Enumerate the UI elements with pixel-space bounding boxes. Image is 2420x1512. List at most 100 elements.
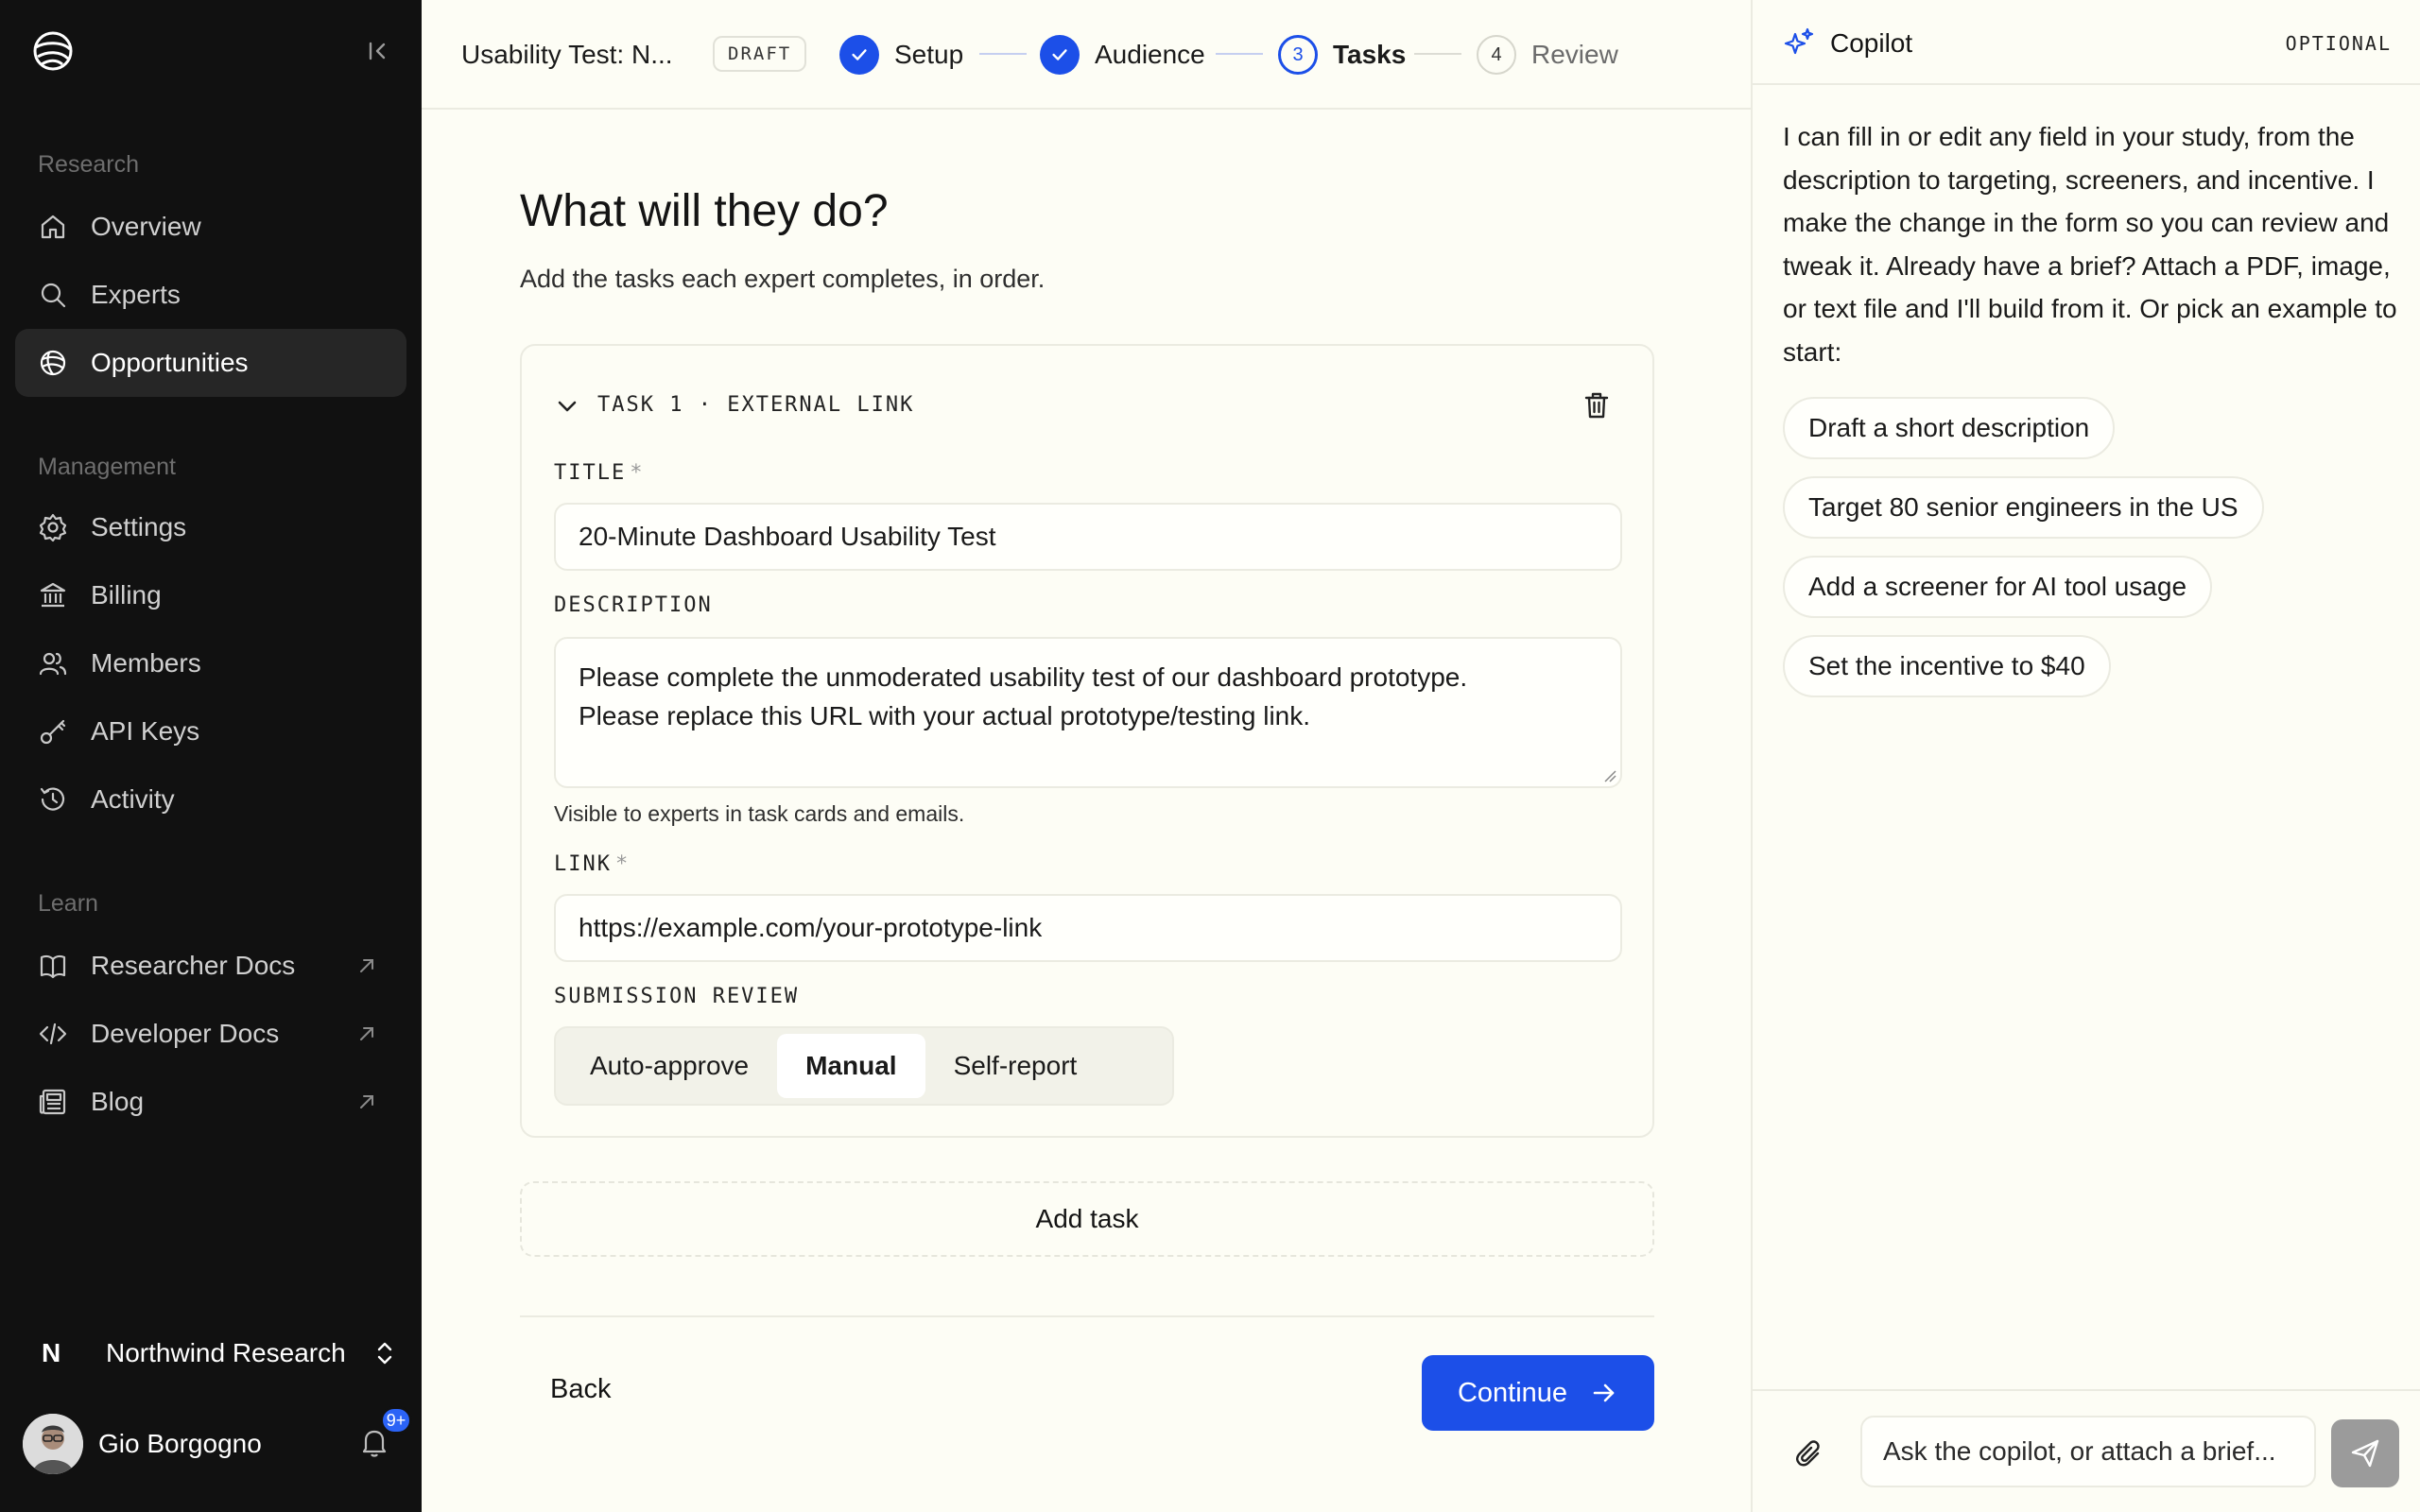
- sidebar-item-opportunities[interactable]: Opportunities: [15, 329, 406, 397]
- arrow-right-icon: [1593, 1383, 1615, 1402]
- title-label-text: TITLE: [554, 461, 627, 485]
- required-marker: *: [630, 461, 645, 485]
- add-task-button[interactable]: Add task: [520, 1181, 1654, 1257]
- sidebar-item-activity[interactable]: Activity: [15, 765, 406, 833]
- optional-tag: OPTIONAL: [2285, 32, 2392, 55]
- review-option-self-report[interactable]: Self-report: [925, 1034, 1106, 1098]
- step-connector: [1414, 53, 1461, 55]
- sidebar-item-label: Researcher Docs: [91, 951, 296, 980]
- step-label: Audience: [1095, 40, 1205, 69]
- search-icon: [41, 283, 66, 308]
- bank-icon: [40, 582, 66, 608]
- sidebar-item-label: Experts: [91, 280, 181, 309]
- code-icon: [39, 1022, 67, 1045]
- users-icon: [39, 652, 67, 676]
- sidebar: Research Overview Experts Opportunities …: [0, 0, 422, 1512]
- external-link-icon: [360, 1027, 373, 1040]
- sidebar-item-label: Members: [91, 648, 201, 678]
- org-name: Northwind Research: [106, 1338, 346, 1367]
- copilot-input[interactable]: [1860, 1416, 2316, 1487]
- step-connector: [1216, 53, 1263, 55]
- link-field[interactable]: https://example.com/your-prototype-link: [554, 894, 1622, 962]
- submission-review-control: Auto-approve Manual Self-report: [554, 1026, 1174, 1106]
- step-number: 4: [1477, 35, 1516, 75]
- suggestion-chip[interactable]: Target 80 senior engineers in the US: [1783, 476, 2264, 539]
- history-icon: [40, 787, 65, 811]
- sidebar-item-label: Blog: [91, 1087, 145, 1116]
- step-number: 3: [1278, 35, 1318, 75]
- suggestion-chip[interactable]: Add a screener for AI tool usage: [1783, 556, 2213, 618]
- sidebar-item-label: API Keys: [91, 716, 200, 746]
- page-subtitle: Add the tasks each expert completes, in …: [520, 265, 1046, 293]
- step-audience[interactable]: Audience: [1040, 34, 1205, 76]
- sidebar-item-label: Billing: [91, 580, 162, 610]
- trash-icon[interactable]: [1581, 389, 1613, 421]
- globe-icon: [40, 350, 66, 376]
- check-icon: [839, 35, 879, 75]
- sidebar-item-members[interactable]: Members: [15, 629, 406, 697]
- status-badge: DRAFT: [713, 36, 807, 72]
- user-name: Gio Borgogno: [98, 1429, 262, 1458]
- sidebar-item-settings[interactable]: Settings: [15, 493, 406, 561]
- sidebar-item-label: Opportunities: [91, 348, 249, 377]
- sidebar-item-api-keys[interactable]: API Keys: [15, 697, 406, 765]
- org-switcher[interactable]: N Northwind Research: [15, 1323, 406, 1383]
- required-marker: *: [614, 852, 631, 876]
- book-icon: [40, 954, 66, 979]
- step-review[interactable]: 4 Review: [1477, 34, 1618, 76]
- description-line: Please replace this URL with your actual…: [579, 701, 1311, 730]
- step-label: Tasks: [1333, 40, 1407, 69]
- sidebar-item-researcher-docs[interactable]: Researcher Docs: [15, 932, 406, 1000]
- send-icon: [2351, 1439, 2379, 1468]
- sparkle-icon: [1784, 27, 1814, 55]
- divider: [1753, 1389, 2420, 1391]
- link-label: LINK *: [554, 852, 630, 876]
- sidebar-item-blog[interactable]: Blog: [15, 1068, 406, 1136]
- study-title[interactable]: Usability Test: N...: [461, 40, 673, 70]
- paperclip-icon[interactable]: [1792, 1438, 1826, 1472]
- sidebar-item-overview[interactable]: Overview: [15, 193, 406, 261]
- divider: [520, 1315, 1654, 1317]
- sidebar-item-billing[interactable]: Billing: [15, 561, 406, 629]
- collapse-sidebar-icon[interactable]: [365, 38, 391, 64]
- chevron-up-down-icon: [377, 1342, 392, 1365]
- continue-label: Continue: [1457, 1377, 1568, 1408]
- description-line: Please complete the unmoderated usabilit…: [579, 662, 1468, 692]
- logo-icon[interactable]: [30, 28, 76, 74]
- title-field[interactable]: 20-Minute Dashboard Usability Test: [554, 503, 1622, 571]
- task-card: TASK 1 · EXTERNAL LINK TITLE * 20-Minute …: [520, 344, 1654, 1138]
- suggestion-chip[interactable]: Draft a short description: [1783, 397, 2116, 459]
- review-option-manual[interactable]: Manual: [777, 1034, 925, 1098]
- submission-review-label: SUBMISSION REVIEW: [554, 985, 800, 1008]
- newspaper-icon: [39, 1089, 66, 1115]
- notification-badge: 9+: [380, 1406, 412, 1435]
- sidebar-item-label: Settings: [91, 512, 187, 541]
- step-setup[interactable]: Setup: [839, 34, 963, 76]
- review-option-auto-approve[interactable]: Auto-approve: [562, 1034, 777, 1098]
- copilot-header: Copilot OPTIONAL: [1753, 0, 2420, 85]
- topbar: Usability Test: N... DRAFT Setup Audienc…: [422, 0, 1751, 110]
- org-initial: N: [42, 1338, 61, 1367]
- section-label-research: Research: [38, 151, 139, 178]
- sidebar-item-developer-docs[interactable]: Developer Docs: [15, 1000, 406, 1068]
- send-button[interactable]: [2331, 1419, 2399, 1487]
- page-title: What will they do?: [520, 186, 889, 236]
- sidebar-item-label: Activity: [91, 784, 175, 814]
- avatar[interactable]: [23, 1414, 83, 1474]
- step-tasks[interactable]: 3 Tasks: [1278, 34, 1406, 76]
- description-label: DESCRIPTION: [554, 593, 713, 617]
- continue-button[interactable]: Continue: [1422, 1355, 1654, 1431]
- resize-handle-icon[interactable]: [1601, 767, 1616, 782]
- chevron-down-icon[interactable]: [554, 393, 580, 420]
- title-label: TITLE *: [554, 461, 644, 485]
- suggestion-chip[interactable]: Set the incentive to $40: [1783, 635, 2111, 697]
- external-link-icon: [360, 1095, 373, 1108]
- sidebar-item-label: Developer Docs: [91, 1019, 280, 1048]
- description-field[interactable]: Please complete the unmoderated usabilit…: [554, 637, 1622, 788]
- step-label: Setup: [894, 40, 964, 69]
- copilot-title: Copilot: [1830, 28, 1913, 58]
- back-button[interactable]: Back: [550, 1374, 611, 1405]
- external-link-icon: [360, 959, 373, 972]
- step-label: Review: [1531, 40, 1618, 69]
- sidebar-item-experts[interactable]: Experts: [15, 261, 406, 329]
